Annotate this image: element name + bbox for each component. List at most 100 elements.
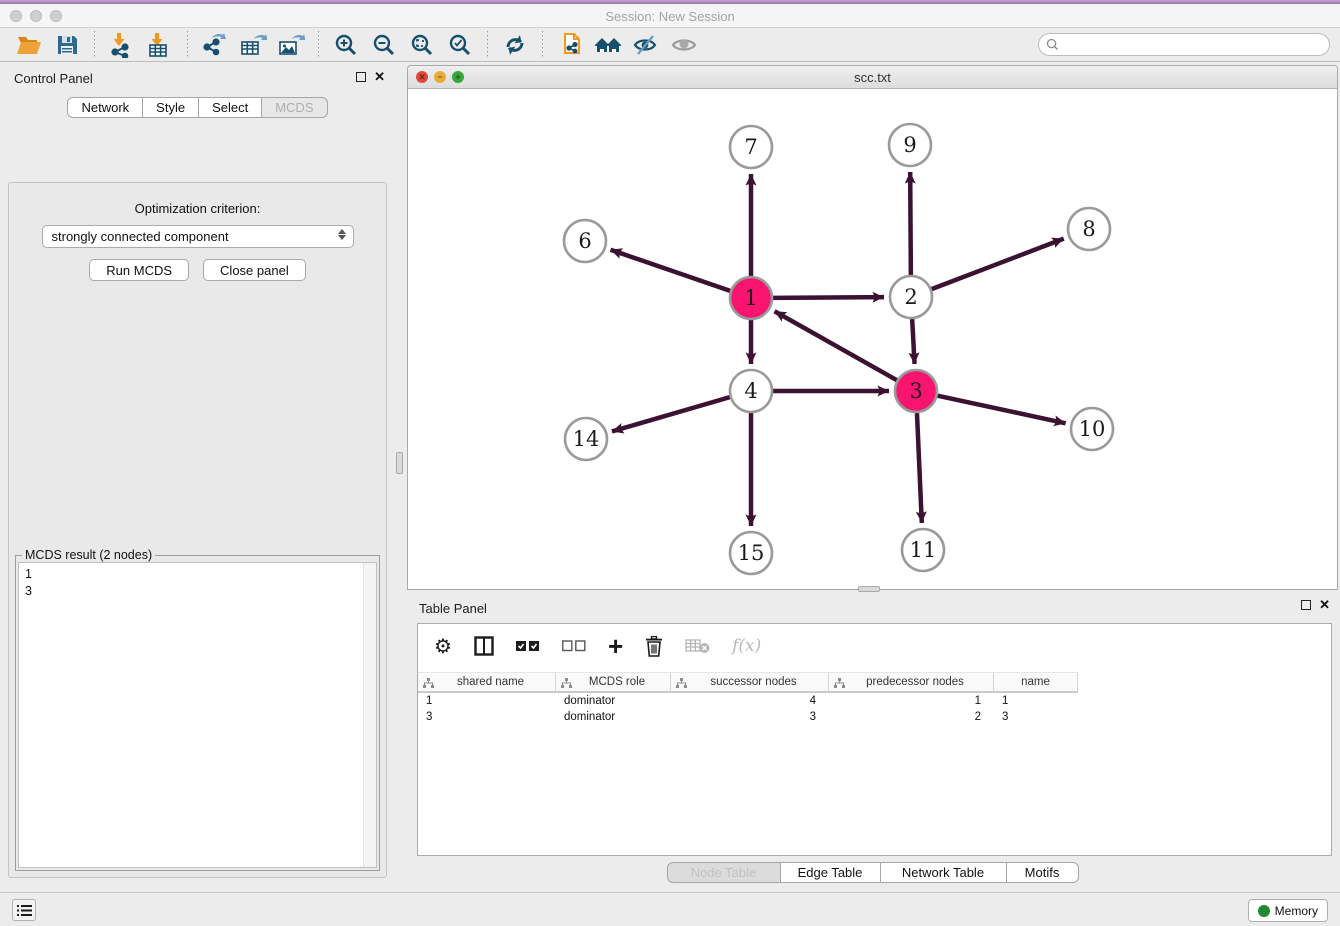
scrollbar[interactable]	[363, 563, 376, 867]
tab-mcds[interactable]: MCDS	[262, 97, 327, 118]
column-header-name[interactable]: name	[994, 672, 1078, 693]
graph-node-1[interactable]: 1	[730, 277, 772, 319]
column-header-shared-name[interactable]: shared name	[418, 672, 556, 693]
graph-node-11[interactable]: 11	[902, 529, 944, 571]
mcds-result-group: MCDS result (2 nodes) 1 3	[15, 555, 380, 871]
run-mcds-button[interactable]: Run MCDS	[89, 259, 189, 281]
export-image-icon[interactable]	[276, 31, 306, 59]
edge-3-1[interactable]	[775, 311, 897, 380]
search-icon	[1046, 38, 1059, 51]
svg-text:2: 2	[904, 285, 917, 309]
create-column-icon[interactable]: +	[608, 634, 623, 658]
close-panel-icon[interactable]: ✕	[1319, 600, 1330, 610]
tab-edge-table[interactable]: Edge Table	[781, 862, 881, 883]
table-cell[interactable]: 2	[829, 709, 994, 725]
memory-label: Memory	[1275, 904, 1318, 918]
graph-node-9[interactable]: 9	[889, 124, 931, 166]
memory-button[interactable]: Memory	[1248, 899, 1328, 922]
tab-motifs[interactable]: Motifs	[1007, 862, 1079, 883]
edge-2-9[interactable]	[910, 172, 911, 275]
graph-node-10[interactable]: 10	[1071, 408, 1113, 450]
list-icon	[17, 904, 32, 917]
open-session-icon[interactable]	[14, 31, 44, 59]
node-table-container: ⚙ + f(x) shared nameMCDS rolesuccessor n…	[417, 623, 1332, 856]
search-input[interactable]	[1059, 36, 1329, 54]
mcds-result-text[interactable]: 1 3	[18, 562, 377, 868]
export-network-icon[interactable]	[200, 31, 230, 59]
graph-node-14[interactable]: 14	[565, 418, 607, 460]
panel-splitter-grip[interactable]	[858, 586, 880, 592]
edge-3-11[interactable]	[917, 413, 922, 523]
table-cell[interactable]: dominator	[556, 693, 671, 709]
svg-text:1: 1	[744, 286, 757, 310]
toolbar-separator	[487, 31, 488, 59]
table-cell[interactable]: 3	[671, 709, 829, 725]
network-list-button[interactable]	[12, 899, 36, 921]
table-cell[interactable]: 1	[418, 693, 556, 709]
network-graph-canvas[interactable]: 7 9 6 8 1 2 4 3 14 10 15 11	[408, 89, 1337, 589]
table-settings-icon[interactable]: ⚙	[434, 634, 452, 658]
close-panel-icon[interactable]: ✕	[374, 72, 385, 82]
node-table[interactable]: shared nameMCDS rolesuccessor nodesprede…	[418, 672, 1331, 725]
edge-3-10[interactable]	[938, 396, 1066, 424]
table-cell[interactable]: 1	[994, 693, 1078, 709]
mcds-result-line: 1	[25, 566, 376, 583]
zoom-in-icon[interactable]	[331, 31, 361, 59]
table-cell[interactable]: 3	[994, 709, 1078, 725]
column-header-MCDS-role[interactable]: MCDS role	[556, 672, 671, 693]
float-panel-icon[interactable]	[356, 72, 366, 82]
svg-text:3: 3	[909, 379, 922, 403]
column-header-predecessor-nodes[interactable]: predecessor nodes	[829, 672, 994, 693]
zoom-selected-icon[interactable]	[445, 31, 475, 59]
export-table-icon[interactable]	[238, 31, 268, 59]
table-cell[interactable]: dominator	[556, 709, 671, 725]
tab-select[interactable]: Select	[199, 97, 262, 118]
criterion-dropdown[interactable]: strongly connected component	[42, 225, 354, 248]
tab-network[interactable]: Network	[67, 97, 143, 118]
search-box[interactable]	[1038, 33, 1330, 56]
clone-network-icon[interactable]	[555, 31, 585, 59]
graph-node-7[interactable]: 7	[730, 126, 772, 168]
edge-2-3[interactable]	[912, 319, 914, 364]
edge-4-14[interactable]	[612, 397, 730, 431]
tab-node-table[interactable]: Node Table	[667, 862, 781, 883]
close-panel-button[interactable]: Close panel	[203, 259, 306, 281]
edge-2-8[interactable]	[932, 239, 1064, 290]
delete-column-icon[interactable]	[645, 634, 663, 658]
float-panel-icon[interactable]	[1301, 600, 1311, 610]
zoom-out-icon[interactable]	[369, 31, 399, 59]
graph-node-2[interactable]: 2	[890, 276, 932, 318]
table-cell[interactable]: 1	[829, 693, 994, 709]
edge-1-2[interactable]	[773, 297, 884, 298]
column-header-successor-nodes[interactable]: successor nodes	[671, 672, 829, 693]
import-table-icon[interactable]	[145, 31, 175, 59]
home-icon[interactable]	[593, 31, 623, 59]
graph-node-8[interactable]: 8	[1068, 208, 1110, 250]
panel-splitter-grip[interactable]	[396, 452, 403, 474]
mcds-result-line: 3	[25, 583, 376, 600]
zoom-fit-icon[interactable]	[407, 31, 437, 59]
select-all-icon[interactable]	[516, 634, 540, 658]
table-cell[interactable]: 4	[671, 693, 829, 709]
memory-status-icon	[1258, 905, 1270, 917]
tab-style[interactable]: Style	[143, 97, 199, 118]
graph-node-3[interactable]: 3	[895, 370, 937, 412]
deselect-all-icon[interactable]	[562, 634, 586, 658]
tab-network-table[interactable]: Network Table	[881, 862, 1007, 883]
svg-text:6: 6	[578, 229, 591, 253]
show-all-icon[interactable]	[669, 31, 699, 59]
import-network-icon[interactable]	[107, 31, 137, 59]
graph-node-4[interactable]: 4	[730, 370, 772, 412]
save-session-icon[interactable]	[52, 31, 82, 59]
table-cell[interactable]: 3	[418, 709, 556, 725]
hide-selected-icon[interactable]	[631, 31, 661, 59]
apply-layout-icon[interactable]	[500, 31, 530, 59]
edge-1-6[interactable]	[611, 250, 731, 291]
show-columns-icon[interactable]	[474, 634, 494, 658]
mcds-panel: Optimization criterion: strongly connect…	[8, 182, 387, 878]
table-row[interactable]: 1dominator411	[418, 693, 1331, 709]
table-row[interactable]: 3dominator323	[418, 709, 1331, 725]
network-window-titlebar[interactable]: ✕ − + scc.txt	[408, 66, 1337, 89]
graph-node-15[interactable]: 15	[730, 532, 772, 574]
graph-node-6[interactable]: 6	[564, 220, 606, 262]
